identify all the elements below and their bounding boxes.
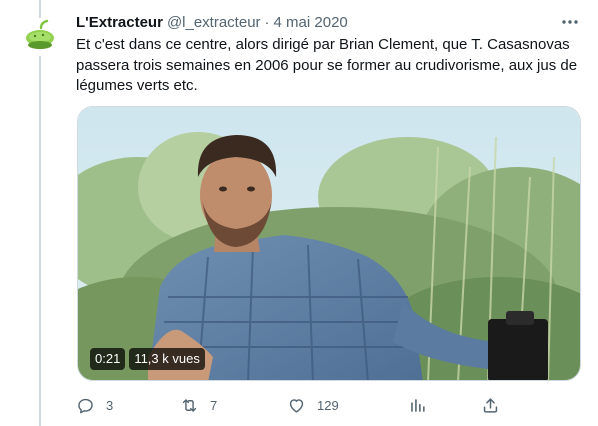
video-overlay: 0:21 11,3 k vues [90, 348, 205, 370]
tweet-date[interactable]: 4 mai 2020 [274, 14, 348, 31]
tweet-text: Et c'est dans ce centre, alors dirigé pa… [76, 36, 578, 94]
like-button[interactable]: 129 [287, 394, 339, 416]
more-options-icon[interactable] [560, 14, 580, 30]
tweet-header: L'Extracteur @l_extracteur · 4 mai 2020 [76, 12, 580, 32]
heart-icon [289, 398, 304, 413]
juicer-logo-icon [26, 19, 54, 49]
retweet-icon [182, 398, 197, 412]
reply-button[interactable]: 3 [76, 394, 113, 416]
analytics-button[interactable] [408, 394, 427, 416]
video-player[interactable]: 0:21 11,3 k vues [77, 106, 581, 381]
like-count: 129 [317, 397, 339, 413]
author-name[interactable]: L'Extracteur [76, 14, 163, 31]
reply-icon [78, 398, 93, 413]
reply-count: 3 [106, 397, 114, 413]
share-button[interactable] [481, 394, 500, 416]
share-icon [483, 397, 498, 413]
retweet-count: 7 [210, 397, 218, 413]
thread-line [39, 0, 41, 426]
author-handle[interactable]: @l_extracteur [167, 14, 261, 31]
author-avatar[interactable] [21, 18, 59, 56]
separator-dot: · [264, 13, 270, 31]
retweet-button[interactable]: 7 [180, 394, 217, 416]
video-views: 11,3 k vues [129, 348, 205, 370]
analytics-icon [411, 398, 425, 412]
video-duration: 0:21 [90, 348, 126, 370]
video-thumbnail [78, 107, 580, 380]
tweet-actions: 3 7 129 [76, 394, 506, 416]
